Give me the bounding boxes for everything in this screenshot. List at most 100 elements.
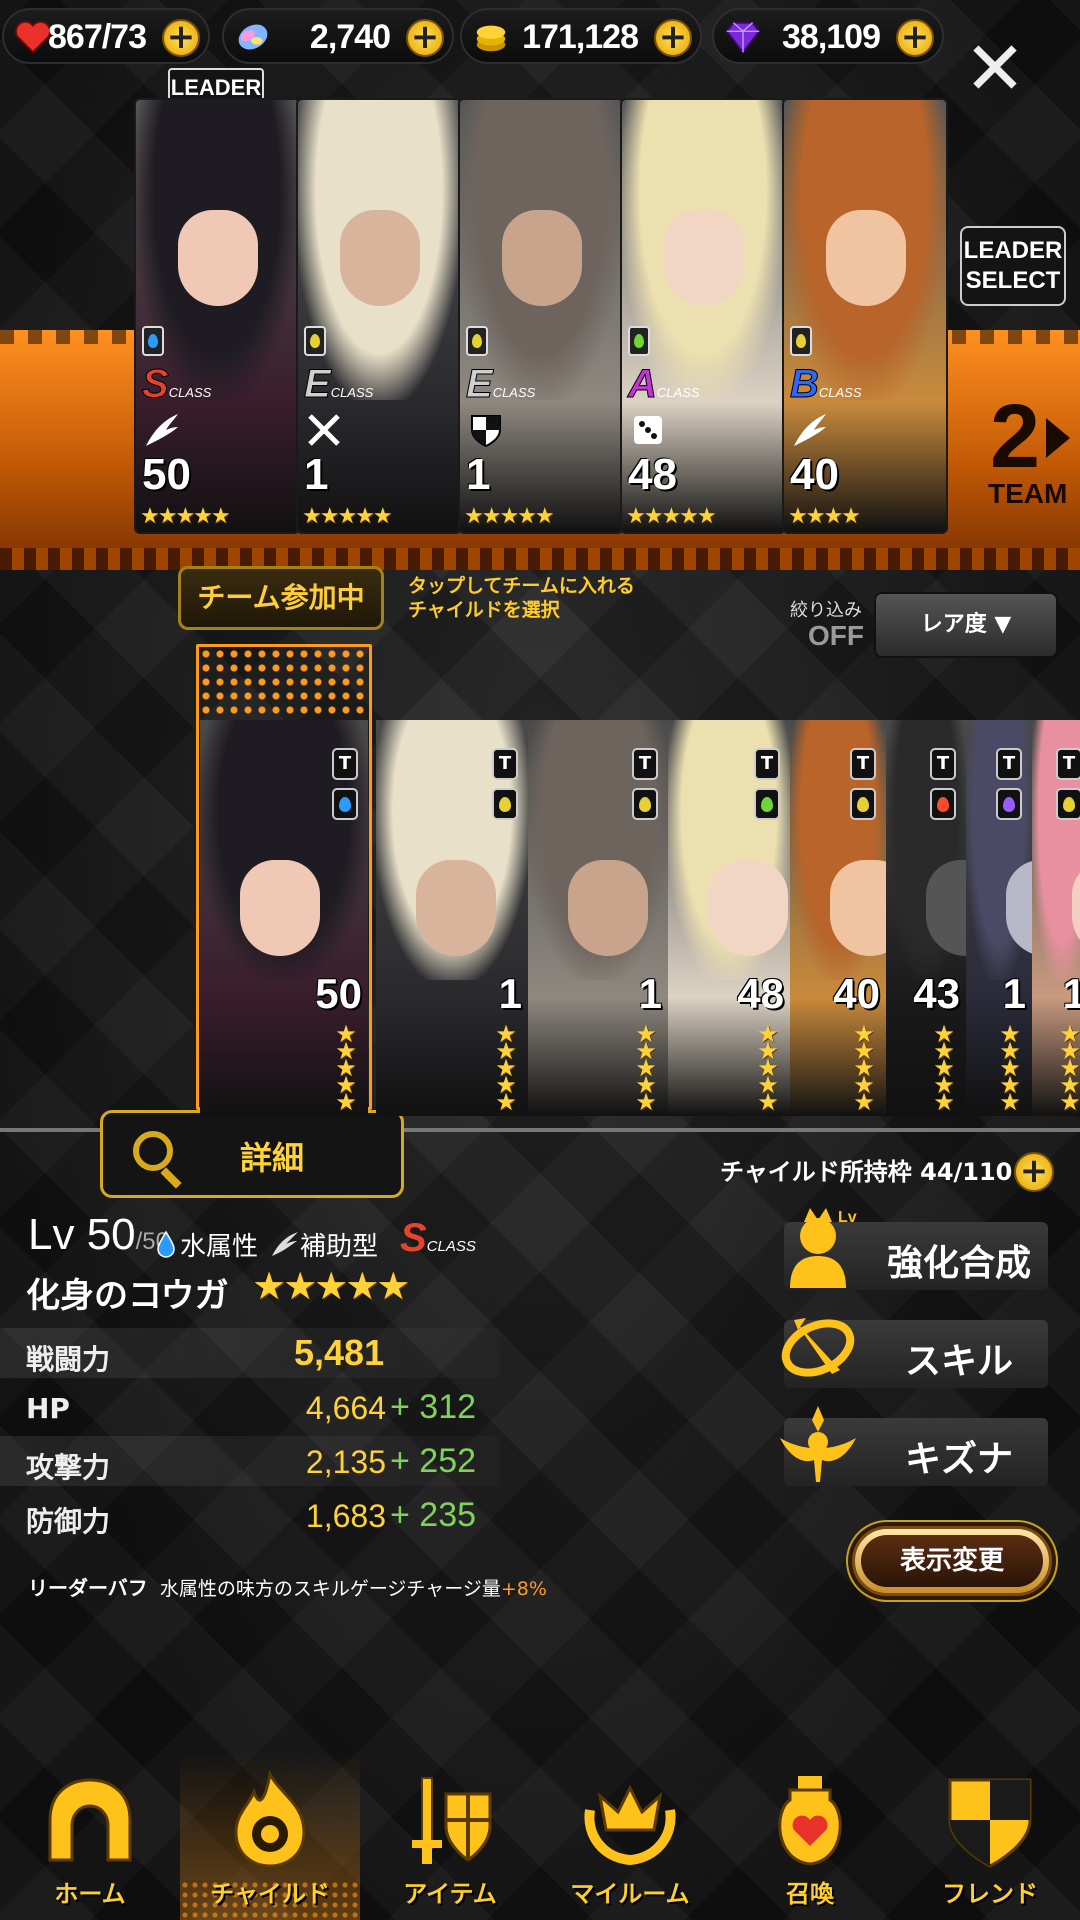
element-icon [930, 788, 956, 820]
roster-card[interactable]: T 48 ★ ★ ★ ★ ★ [668, 720, 790, 1116]
team-member-card[interactable]: BCLASS 40 ★★★★ [784, 100, 946, 532]
class-badge: ACLASS [628, 362, 700, 407]
roster-stars: ★ ★ ★ ★ ★ [635, 1020, 657, 1116]
class-badge: ECLASS [466, 362, 536, 407]
close-button[interactable]: ✕ [960, 32, 1030, 106]
hint-line-1: タップしてチームに入れる [408, 575, 635, 597]
team-member-card[interactable]: ECLASS 1 ★★★★★ [460, 100, 622, 532]
leader-buff-text: 水属性の味方のスキルゲージチャージ量 [159, 1578, 501, 1600]
power-value: 5,481 [294, 1332, 385, 1373]
skill-button[interactable]: スキル [781, 1318, 1048, 1388]
add-stamina-button[interactable]: + [162, 19, 200, 57]
nav-friend[interactable]: フレンド [900, 1752, 1080, 1920]
gem-value: 38,109 [782, 18, 881, 56]
bond-button[interactable]: キズナ [780, 1406, 1048, 1486]
roster-level: 40 [833, 970, 880, 1017]
nav-item-label: アイテム [403, 1880, 497, 1908]
water-drop-icon [157, 1230, 175, 1258]
resource-bar: 867/73 + 2,740 + 171,128 + 38,109 + [0, 0, 1080, 72]
leader-select-button[interactable]: LEADER SELECT [960, 226, 1066, 306]
roster-card[interactable]: T 40 ★ ★ ★ ★ ★ [790, 720, 886, 1116]
member-stars: ★★★★ [788, 504, 861, 529]
team-member-card[interactable]: ECLASS 1 ★★★★★ [298, 100, 460, 532]
team-member-card[interactable]: SCLASS 50 ★★★★★ [136, 100, 298, 532]
nav-summon[interactable]: 召喚 [720, 1752, 900, 1920]
hp-bonus: + 312 [390, 1388, 477, 1426]
team-number: 2 [990, 387, 1041, 487]
roster-level: 43 [913, 970, 960, 1017]
add-gold-button[interactable]: + [654, 19, 692, 57]
member-stars: ★★★★★ [464, 504, 555, 529]
leader-buff-label: リーダーバフ [28, 1576, 148, 1600]
roster-stars: ★ ★ ★ ★ ★ [335, 1020, 357, 1116]
nav-myroom[interactable]: マイルーム [540, 1752, 720, 1920]
class-suffix: CLASS [818, 385, 862, 400]
bond-label: キズナ [904, 1439, 1013, 1480]
level-display: Lv 50/50 [28, 1210, 169, 1260]
svg-text:Lv: Lv [838, 1209, 857, 1226]
expand-slots-button[interactable]: + [1014, 1152, 1054, 1192]
class-letter: S [400, 1216, 427, 1260]
roster-card[interactable]: T 1 ★ ★ ★ ★ ★ [376, 720, 528, 1116]
stat-hp: HP 4,664 + 312 [0, 1382, 500, 1432]
rarity-stars: ★★★★★ [252, 1264, 410, 1308]
shield-icon [948, 1778, 1032, 1868]
display-change-button[interactable]: 表示変更 [852, 1526, 1052, 1596]
element-icon [332, 788, 358, 820]
nav-child-label: チャイルド [210, 1880, 330, 1908]
gold-coin-icon [476, 25, 506, 52]
element-icon [1056, 788, 1080, 820]
element-icon [754, 788, 780, 820]
element-icon [996, 788, 1022, 820]
team-marker-icon: T [492, 748, 518, 780]
nav-home[interactable]: ホーム [0, 1752, 180, 1920]
purple-gem-icon [725, 21, 761, 54]
in-team-button[interactable]: チーム参加中 [178, 566, 384, 630]
attack-bonus: + 252 [390, 1442, 477, 1480]
class-letter: E [466, 362, 494, 407]
roster-level: 1 [638, 970, 662, 1017]
next-team-arrow-icon[interactable] [1046, 418, 1070, 458]
class-badge: ECLASS [304, 362, 374, 407]
roster-card[interactable]: T 43 ★ ★ ★ ★ ★ [886, 720, 966, 1116]
portrait-face [340, 210, 420, 306]
enhance-label: 強化合成 [886, 1243, 1031, 1284]
nav-child[interactable]: チャイルド [180, 1752, 360, 1920]
class-badge: BCLASS [790, 362, 862, 407]
defense-bonus: + 235 [390, 1496, 477, 1534]
class-suffix: CLASS [426, 1238, 476, 1255]
add-crystal-button[interactable]: + [406, 19, 444, 57]
character-name: 化身のコウガ [26, 1276, 229, 1316]
member-stars: ★★★★★ [302, 504, 393, 529]
detail-button[interactable]: 詳細 [100, 1110, 404, 1198]
enhance-button[interactable]: Lv 強化合成 [784, 1208, 1048, 1290]
member-level: 50 [142, 450, 191, 499]
nav-item[interactable]: アイテム [360, 1752, 540, 1920]
portrait-face [664, 210, 744, 306]
level-value: Lv 50 [28, 1210, 136, 1259]
crystal-value: 2,740 [309, 18, 391, 56]
element-icon [142, 326, 164, 356]
home-icon [48, 1778, 132, 1862]
roster-card[interactable]: T 1 ★ ★ ★ ★ ★ [528, 720, 668, 1116]
roster-level: 48 [737, 970, 784, 1017]
add-gem-button[interactable]: + [896, 19, 934, 57]
class-suffix: CLASS [656, 385, 700, 400]
roster-card[interactable]: T 1 ★ ★ ★ ★ ★ [1032, 720, 1080, 1116]
crown-laurel-icon [584, 1784, 676, 1866]
enhance-icon: Lv [790, 1208, 857, 1288]
roster-card[interactable]: T 1 ★ ★ ★ ★ ★ [966, 720, 1032, 1116]
team-label: TEAM [988, 478, 1068, 509]
shield-icon [471, 415, 501, 448]
roster-card[interactable]: T 50 ★ ★ ★ ★ ★ [200, 720, 368, 1116]
display-change-label: 表示変更 [861, 1535, 1043, 1587]
stamina-counter: 867/73 + [2, 8, 210, 64]
element-icon [466, 326, 488, 356]
team-member-card[interactable]: ACLASS 48 ★★★★★ [622, 100, 784, 532]
portrait-face [826, 210, 906, 306]
stamina-value: 867/73 [48, 18, 147, 56]
team-marker-icon: T [332, 748, 358, 780]
owned-slots: チャイルド所持枠 44/110 [720, 1158, 1013, 1186]
team-marker-icon: T [754, 748, 780, 780]
class-suffix: CLASS [492, 385, 536, 400]
